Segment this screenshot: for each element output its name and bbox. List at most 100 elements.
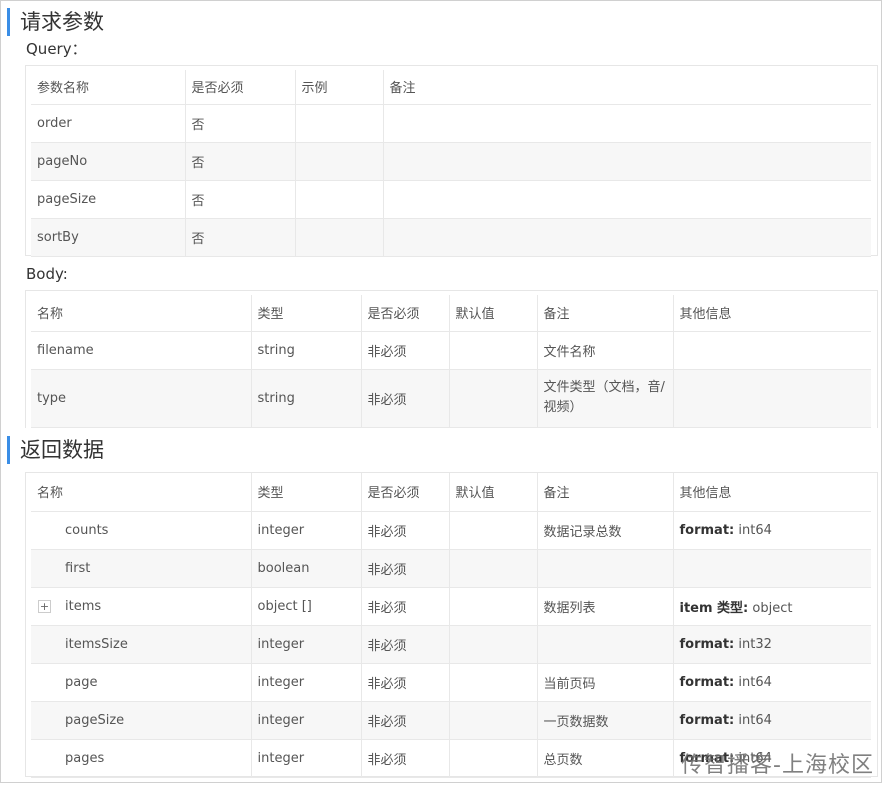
response-header-row: 名称 类型 是否必须 默认值 备注 其他信息 [31,473,871,512]
param-required: 否 [185,142,296,181]
info-value: object [748,600,793,616]
field-info [673,369,871,428]
query-label: Query： [26,40,87,58]
body-header-default: 默认值 [449,295,538,332]
field-required: 非必须 [361,739,450,778]
field-name: type [31,369,252,428]
field-required: 非必须 [361,549,450,588]
param-note [383,180,871,219]
response-table-box: 名称 类型 是否必须 默认值 备注 其他信息 counts integer 非必须数… [25,472,878,778]
field-name: filename [31,331,252,370]
field-info: format: int64 [673,701,871,740]
field-note [537,625,674,664]
table-row: counts integer 非必须 数据记录总数 format: int64 [31,511,871,550]
field-default [449,369,538,428]
field-required: 非必须 [361,701,450,740]
body-header-required: 是否必须 [361,295,450,332]
query-table-box: 参数名称 是否必须 示例 备注 order 否 pageNo 否 pageSiz… [25,65,878,257]
body-header-type: 类型 [251,295,362,332]
table-row: pageSize integer 非必须 一页数据数 format: int64 [31,701,871,740]
info-label: item 类型: [679,600,749,616]
info-value: int32 [734,636,772,652]
response-header-info: 其他信息 [673,473,871,512]
field-info [673,549,871,588]
field-default [449,511,538,550]
body-label: Body: [26,265,68,283]
field-note: 文件名称 [537,331,674,370]
field-default [449,331,538,370]
table-row: pageSize 否 [31,180,871,219]
body-table-box: 名称 类型 是否必须 默认值 备注 其他信息 filename string 非… [25,290,878,428]
query-header-row: 参数名称 是否必须 示例 备注 [31,70,871,105]
field-name-text: first [65,560,91,576]
field-type: string [251,369,362,428]
field-note: 当前页码 [537,663,674,702]
info-value: int64 [734,712,772,728]
query-table: 参数名称 是否必须 示例 备注 order 否 pageNo 否 pageSiz… [31,70,871,257]
field-type: integer [251,511,362,550]
request-params-title: 请求参数 [7,8,104,36]
field-default [449,549,538,588]
response-header-name: 名称 [31,473,252,512]
field-default [449,701,538,740]
field-info [673,331,871,370]
expand-toggle-icon[interactable]: + [38,599,51,613]
info-value: int64 [734,674,772,690]
field-note: 数据记录总数 [537,511,674,550]
param-required: 否 [185,180,296,219]
field-type: boolean [251,549,362,588]
param-name: pageNo [31,142,186,181]
field-required: 非必须 [361,587,450,626]
table-row: sortBy 否 [31,218,871,257]
table-row: itemsSize integer 非必须 format: int32 [31,625,871,664]
query-header-name: 参数名称 [31,70,186,105]
field-name-text: counts [65,522,109,538]
response-header-note: 备注 [537,473,674,512]
field-type: integer [251,625,362,664]
table-row: first boolean 非必须 [31,549,871,588]
field-note: 数据列表 [537,587,674,626]
field-name: counts [31,511,252,550]
field-type: object [] [251,587,362,626]
field-type: integer [251,739,362,778]
info-label: format: [679,674,735,690]
table-row: pageNo 否 [31,142,871,181]
query-header-note: 备注 [383,70,871,105]
field-required: 非必须 [361,331,450,370]
body-header-info: 其他信息 [673,295,871,332]
body-table: 名称 类型 是否必须 默认值 备注 其他信息 filename string 非… [31,295,871,428]
field-name-text: itemsSize [65,636,128,652]
field-name: + items [31,587,252,626]
field-note: 一页数据数 [537,701,674,740]
param-example [295,142,384,181]
table-row: filename string 非必须 文件名称 [31,331,871,370]
query-header-example: 示例 [295,70,384,105]
table-row: + items object [] 非必须 数据列表 item 类型: object [31,587,871,626]
param-note [383,142,871,181]
param-required: 否 [185,218,296,257]
param-note [383,218,871,257]
field-type: string [251,331,362,370]
body-header-note: 备注 [537,295,674,332]
table-row: order 否 [31,104,871,143]
info-label: format: [679,636,735,652]
param-example [295,104,384,143]
param-note [383,104,871,143]
field-required: 非必须 [361,625,450,664]
param-example [295,180,384,219]
field-name-text: pages [65,750,105,766]
field-info: format: int64 [673,663,871,702]
field-default [449,739,538,778]
field-name: page [31,663,252,702]
table-row: page integer 非必须 当前页码 format: int64 [31,663,871,702]
field-type: integer [251,663,362,702]
field-required: 非必须 [361,369,450,428]
param-name: sortBy [31,218,186,257]
param-required: 否 [185,104,296,143]
field-default [449,625,538,664]
field-name: itemsSize [31,625,252,664]
param-name: pageSize [31,180,186,219]
field-info: format: int32 [673,625,871,664]
table-row: type string 非必须 文件类型（文档，音/视频） [31,369,871,428]
field-required: 非必须 [361,511,450,550]
